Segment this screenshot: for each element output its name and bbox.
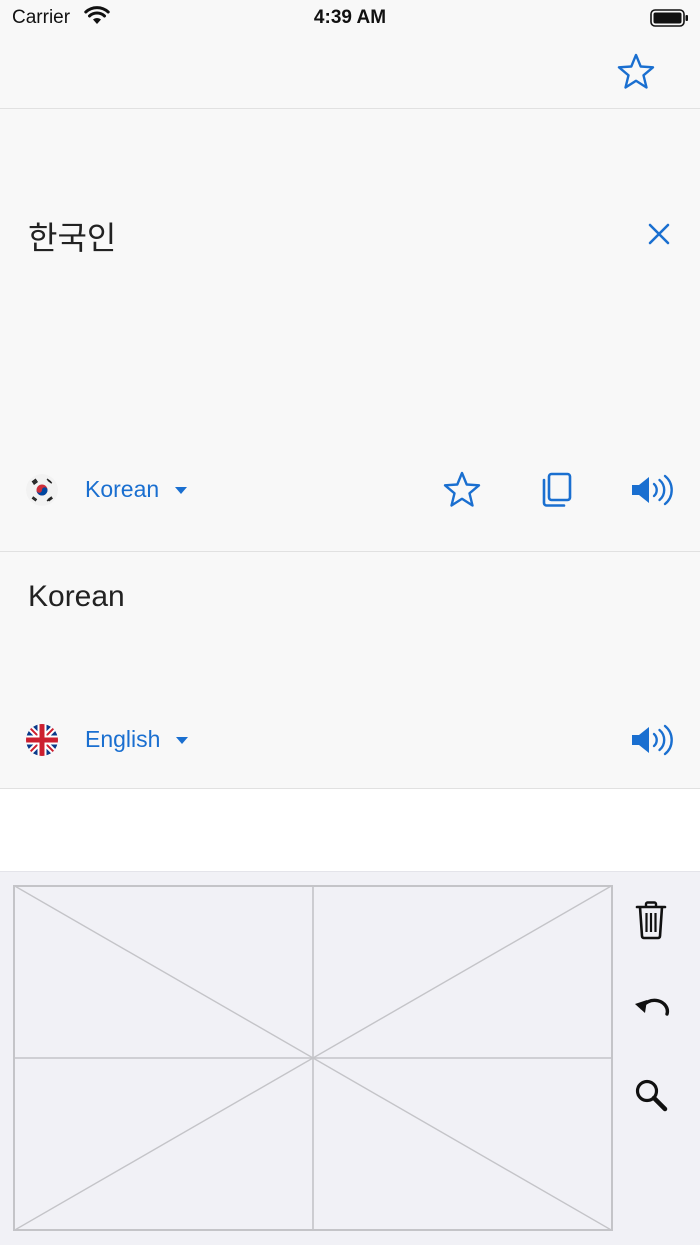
source-language-row: Korean bbox=[0, 470, 700, 510]
chevron-down-icon bbox=[176, 737, 189, 744]
navigation-bar bbox=[0, 36, 700, 109]
source-language-selector[interactable]: Korean bbox=[85, 476, 188, 503]
translation-text: Korean bbox=[28, 580, 125, 613]
trash-icon[interactable] bbox=[634, 900, 668, 945]
south-korea-flag-icon bbox=[26, 474, 58, 506]
handwriting-area bbox=[0, 871, 700, 1245]
favorites-star-icon[interactable] bbox=[616, 52, 656, 97]
translation-panel: Korean English bbox=[0, 552, 700, 789]
spacer bbox=[0, 789, 700, 871]
source-language-label: Korean bbox=[85, 476, 160, 502]
star-icon[interactable] bbox=[442, 470, 482, 515]
target-language-label: English bbox=[85, 726, 161, 752]
battery-icon bbox=[650, 8, 690, 33]
source-text-input[interactable]: 한국인 bbox=[28, 213, 116, 259]
status-time: 4:39 AM bbox=[313, 7, 387, 28]
status-bar: Carrier 4:39 AM bbox=[0, 0, 700, 36]
uk-flag-icon bbox=[26, 724, 58, 756]
speaker-icon[interactable] bbox=[630, 723, 676, 762]
clear-text-close-icon[interactable] bbox=[646, 221, 672, 252]
speaker-icon[interactable] bbox=[630, 473, 676, 512]
target-language-selector[interactable]: English bbox=[85, 726, 189, 753]
source-panel: 한국인 Korean bbox=[0, 109, 700, 552]
target-language-row: English bbox=[0, 720, 700, 760]
copy-icon[interactable] bbox=[540, 472, 574, 513]
handwriting-canvas[interactable] bbox=[13, 885, 613, 1231]
search-icon[interactable] bbox=[634, 1078, 668, 1117]
chevron-down-icon bbox=[175, 487, 188, 494]
undo-icon[interactable] bbox=[634, 994, 670, 1023]
